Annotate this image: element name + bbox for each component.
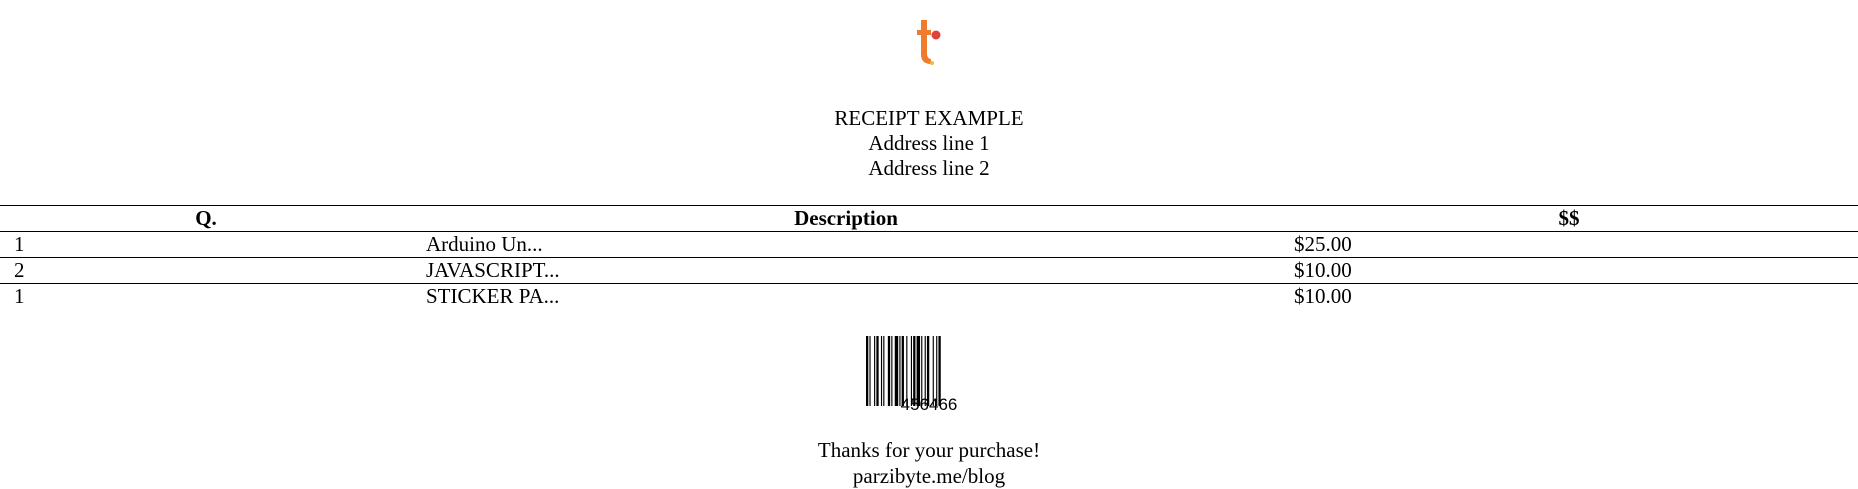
row-quantity: 1 — [14, 232, 25, 256]
table-row: 2 JAVASCRIPT... $10.00 — [0, 257, 1858, 284]
row-amount: $10.00 — [1294, 258, 1352, 282]
receipt-header: RECEIPT EXAMPLE Address line 1 Address l… — [0, 106, 1858, 181]
website-link: parzibyte.me/blog — [852, 464, 1006, 488]
column-header-amount: $$ — [1558, 206, 1580, 230]
row-description: Arduino Un... — [426, 232, 543, 256]
row-quantity: 2 — [14, 258, 25, 282]
row-amount: $10.00 — [1294, 284, 1352, 308]
barcode-number: 456466 — [900, 395, 958, 414]
thanks-message: Thanks for your purchase! — [817, 438, 1041, 462]
row-quantity: 1 — [14, 284, 25, 308]
row-amount: $25.00 — [1294, 232, 1352, 256]
receipt-table: Q. Description $$ 1 Arduino Un... $25.00… — [0, 205, 1858, 309]
table-row: 1 STICKER PA... $10.00 — [0, 283, 1858, 310]
row-description: STICKER PA... — [426, 284, 560, 308]
row-description: JAVASCRIPT... — [426, 258, 560, 282]
receipt-footer: Thanks for your purchase! parzibyte.me/b… — [0, 437, 1858, 489]
table-header-row: Q. Description $$ — [0, 205, 1858, 232]
receipt-title: RECEIPT EXAMPLE — [834, 106, 1024, 130]
column-header-quantity: Q. — [195, 206, 217, 230]
brand-logo-icon — [917, 20, 941, 65]
address-line-2: Address line 2 — [868, 156, 990, 180]
column-header-description: Description — [794, 206, 898, 230]
table-row: 1 Arduino Un... $25.00 — [0, 231, 1858, 258]
address-line-1: Address line 1 — [868, 131, 990, 155]
